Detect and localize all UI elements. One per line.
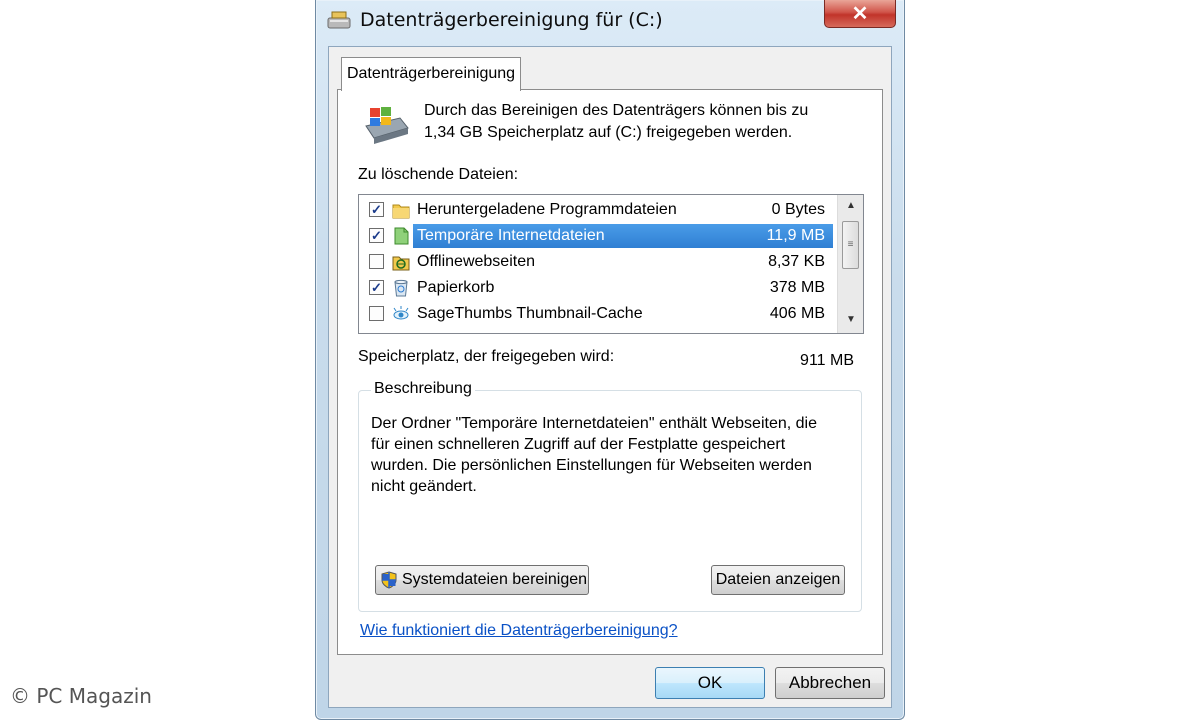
checkbox[interactable]: ✓ (369, 228, 384, 243)
item-name: Heruntergeladene Programmdateien (417, 201, 677, 218)
item-size: 406 MB (769, 305, 825, 322)
close-button[interactable]: ✕ (824, 0, 896, 28)
list-item[interactable]: SageThumbs Thumbnail-Cache 406 MB (359, 301, 837, 327)
intro-line-2: 1,34 GB Speicherplatz auf (C:) freigegeb… (424, 124, 793, 141)
ok-button[interactable]: OK (655, 667, 765, 699)
disk-cleanup-window: Datenträgerbereinigung für (C:) ✕ Datent… (315, 0, 905, 720)
scroll-thumb[interactable]: ≡ (842, 221, 859, 269)
description-group: Beschreibung Der Ordner "Temporäre Inter… (358, 380, 862, 612)
checkbox[interactable] (369, 254, 384, 269)
folder-icon (392, 204, 410, 219)
checkbox[interactable]: ✓ (369, 202, 384, 217)
uac-shield-icon (381, 571, 397, 589)
disk-cleanup-icon (327, 11, 351, 29)
offline-folder-icon (392, 256, 410, 271)
description-line: nicht geändert. (371, 478, 477, 495)
checkbox[interactable]: ✓ (369, 280, 384, 295)
item-size: 8,37 KB (768, 253, 825, 270)
item-size: 11,9 MB (766, 227, 825, 244)
item-name: Offlinewebseiten (417, 253, 535, 270)
system-cleanup-button[interactable]: Systemdateien bereinigen (375, 565, 589, 595)
list-item-selected[interactable]: ✓ Temporäre Internetdateien 11,9 MB (359, 223, 837, 249)
window-title: Datenträgerbereinigung für (C:) (360, 9, 663, 31)
tab-disk-cleanup[interactable]: Datenträgerbereinigung (341, 57, 521, 91)
files-listbox[interactable]: ✓ Heruntergeladene Programmdateien 0 Byt… (358, 194, 864, 334)
description-title: Beschreibung (371, 380, 475, 398)
description-line: wurden. Die persönlichen Einstellungen f… (371, 457, 812, 474)
scroll-up-icon[interactable]: ▲ (838, 195, 863, 217)
title-bar: Datenträgerbereinigung für (C:) ✕ (316, 0, 904, 44)
system-cleanup-label: Systemdateien bereinigen (402, 571, 588, 588)
client-area: Datenträgerbereinigung Durch das Bereini… (328, 46, 892, 708)
item-size: 0 Bytes (771, 201, 825, 218)
show-files-button[interactable]: Dateien anzeigen (711, 565, 845, 595)
item-size: 378 MB (769, 279, 825, 296)
help-link[interactable]: Wie funktioniert die Datenträgerbereinig… (360, 622, 678, 640)
thumbnail-cache-icon (393, 306, 409, 320)
list-item[interactable]: Offlinewebseiten 8,37 KB (359, 249, 837, 275)
intro-text: Durch das Bereinigen des Datenträgers kö… (424, 100, 854, 144)
item-name: Temporäre Internetdateien (417, 227, 605, 244)
description-text: Der Ordner "Temporäre Internetdateien" e… (371, 413, 847, 497)
list-scrollbar[interactable]: ▲ ≡ ▼ (837, 195, 863, 333)
list-item[interactable]: ✓ Heruntergeladene Programmdateien 0 Byt… (359, 197, 837, 223)
scroll-down-icon[interactable]: ▼ (838, 309, 863, 331)
item-name: Papierkorb (417, 279, 495, 296)
description-line: Der Ordner "Temporäre Internetdateien" e… (371, 415, 817, 432)
disk-cleanup-drive-icon (365, 107, 409, 144)
space-freed-label: Speicherplatz, der freigegeben wird: (358, 348, 615, 365)
recycle-bin-icon (394, 279, 408, 297)
intro-line-1: Durch das Bereinigen des Datenträgers kö… (424, 102, 809, 119)
item-name: SageThumbs Thumbnail-Cache (417, 305, 643, 322)
list-item[interactable]: ✓ Papierkorb 378 MB (359, 275, 837, 301)
watermark: © PC Magazin (10, 684, 152, 708)
checkbox[interactable] (369, 306, 384, 321)
cancel-button[interactable]: Abbrechen (775, 667, 885, 699)
page-icon (394, 227, 409, 245)
files-to-delete-label: Zu löschende Dateien: (358, 166, 519, 183)
space-freed-value: 911 MB (800, 352, 854, 369)
description-line: für einen schnelleren Zugriff auf der Fe… (371, 436, 786, 453)
tab-panel: Durch das Bereinigen des Datenträgers kö… (337, 89, 883, 655)
